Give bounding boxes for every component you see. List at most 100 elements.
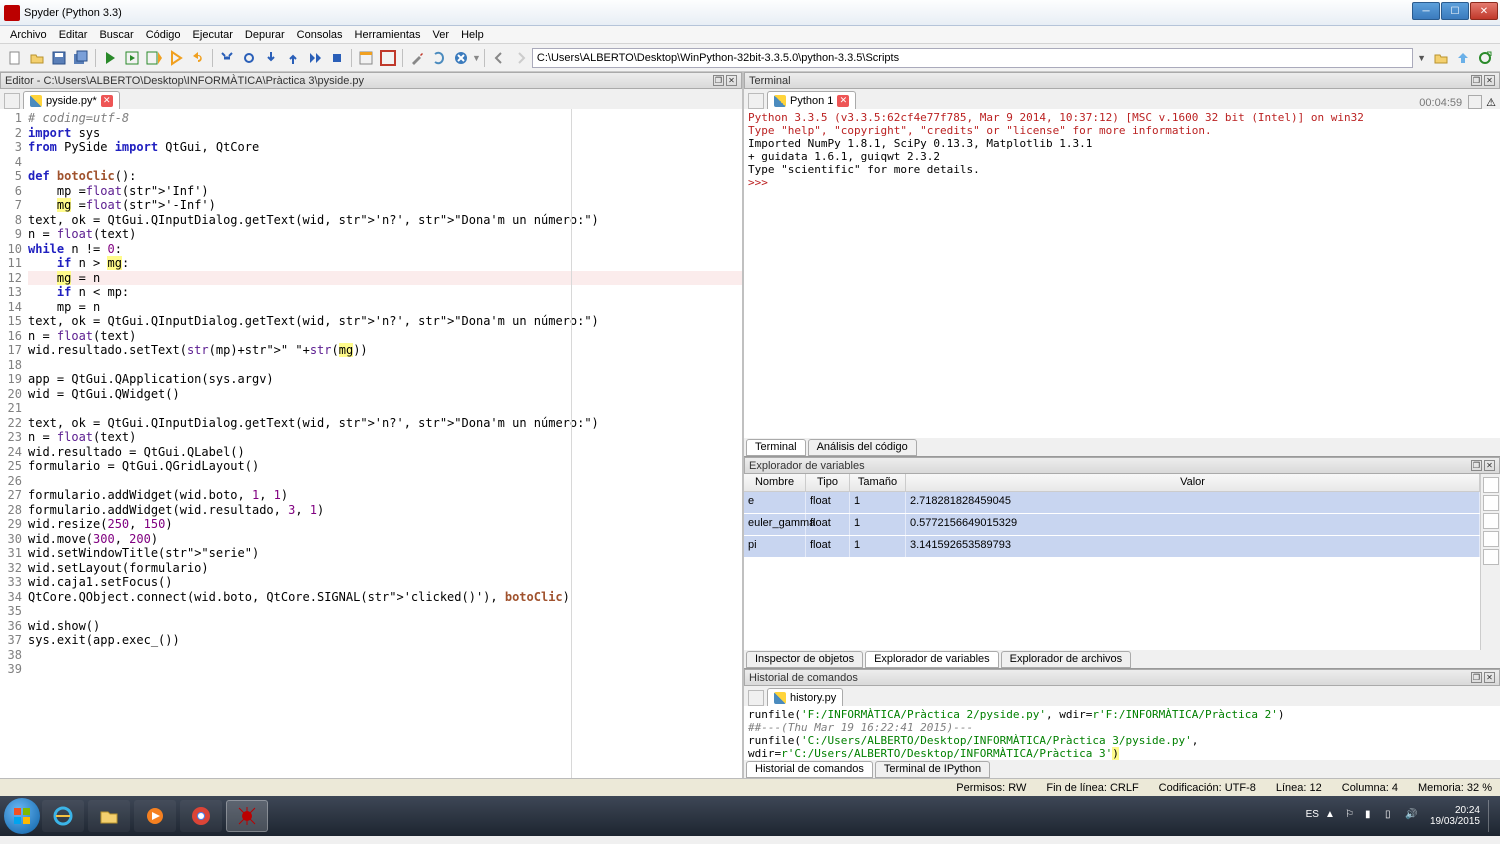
new-file-icon[interactable] [5, 48, 25, 68]
maximize-button[interactable]: ☐ [1441, 2, 1469, 20]
col-type[interactable]: Tipo [806, 474, 850, 491]
open-file-icon[interactable] [27, 48, 47, 68]
debug-continue-icon[interactable] [305, 48, 325, 68]
close-tab-icon[interactable]: ✕ [837, 95, 849, 107]
save-all-icon[interactable] [71, 48, 91, 68]
tray-lang[interactable]: ES [1306, 809, 1319, 823]
tab-list-icon[interactable] [4, 93, 20, 109]
maximize-pane-icon[interactable] [356, 48, 376, 68]
close-pane-icon[interactable]: ✕ [1484, 460, 1495, 471]
timer-label: 00:04:59 [1419, 97, 1462, 109]
start-button[interactable] [4, 798, 40, 834]
tab-terminal[interactable]: Terminal [746, 439, 806, 456]
var-row[interactable]: efloat12.718281828459045 [744, 492, 1480, 514]
fullscreen-icon[interactable] [378, 48, 398, 68]
save-data-icon[interactable] [1483, 495, 1499, 511]
minimize-button[interactable]: ─ [1412, 2, 1440, 20]
undock-icon[interactable]: ❐ [1471, 460, 1482, 471]
debug-step-in-icon[interactable] [261, 48, 281, 68]
show-desktop-button[interactable] [1488, 800, 1496, 832]
menu-ejecutar[interactable]: Ejecutar [187, 29, 239, 41]
options-icon[interactable] [1483, 549, 1499, 565]
python-file-icon [30, 95, 42, 107]
variable-table[interactable]: Nombre Tipo Tamaño Valor efloat12.718281… [744, 474, 1480, 650]
save-data-as-icon[interactable] [1483, 513, 1499, 529]
preferences-icon[interactable] [407, 48, 427, 68]
tab-historial-de-comandos[interactable]: Historial de comandos [746, 761, 873, 778]
menu-editar[interactable]: Editar [53, 29, 94, 41]
history-output[interactable]: runfile('F:/INFORMÀTICA/Pràctica 2/pysid… [744, 706, 1500, 760]
col-name[interactable]: Nombre [744, 474, 806, 491]
tab-inspector-de-objetos[interactable]: Inspector de objetos [746, 651, 863, 668]
tab-terminal-de-ipython[interactable]: Terminal de IPython [875, 761, 990, 778]
taskbar-ie-icon[interactable] [42, 800, 84, 832]
status-eol: Fin de línea: CRLF [1046, 782, 1138, 794]
warn-icon[interactable]: ⚠ [1486, 96, 1496, 109]
import-data-icon[interactable] [1483, 477, 1499, 493]
python-file-icon [774, 692, 786, 704]
close-pane-icon[interactable]: ✕ [1484, 672, 1495, 683]
taskbar-chrome-icon[interactable] [180, 800, 222, 832]
tab-análisis-del-código[interactable]: Análisis del código [808, 439, 917, 456]
run-selection-icon[interactable] [166, 48, 186, 68]
menu-buscar[interactable]: Buscar [93, 29, 139, 41]
refresh-icon[interactable] [1483, 531, 1499, 547]
tray-network-icon[interactable]: ▯ [1385, 809, 1399, 823]
taskbar-media-icon[interactable] [134, 800, 176, 832]
close-pane-icon[interactable]: ✕ [726, 75, 737, 86]
set-dir-icon[interactable] [1475, 48, 1495, 68]
path-input[interactable] [532, 48, 1413, 68]
close-tab-icon[interactable]: ✕ [101, 95, 113, 107]
tray-volume-icon[interactable]: 🔊 [1405, 809, 1419, 823]
debug-icon[interactable] [217, 48, 237, 68]
tab-list-icon[interactable] [748, 690, 764, 706]
menu-código[interactable]: Código [140, 29, 187, 41]
forward-icon[interactable] [511, 48, 531, 68]
col-value[interactable]: Valor [906, 474, 1480, 491]
col-size[interactable]: Tamaño [850, 474, 906, 491]
history-tab[interactable]: history.py [767, 688, 843, 706]
back-icon[interactable] [489, 48, 509, 68]
tray-clock[interactable]: 20:24 19/03/2015 [1430, 805, 1480, 827]
menu-consolas[interactable]: Consolas [291, 29, 349, 41]
close-pane-icon[interactable]: ✕ [1484, 75, 1495, 86]
menu-help[interactable]: Help [455, 29, 490, 41]
save-icon[interactable] [49, 48, 69, 68]
code-editor[interactable]: 1234567891011121314151617181920212223242… [0, 109, 742, 778]
run-icon[interactable] [100, 48, 120, 68]
python-icon [774, 95, 786, 107]
python-path-icon[interactable] [429, 48, 449, 68]
up-dir-icon[interactable] [1453, 48, 1473, 68]
terminal-tab[interactable]: Python 1 ✕ [767, 91, 856, 109]
debug-stop-icon[interactable] [327, 48, 347, 68]
editor-tab[interactable]: pyside.py* ✕ [23, 91, 120, 109]
tab-list-icon[interactable] [748, 93, 764, 109]
tray-battery-icon[interactable]: ▮ [1365, 809, 1379, 823]
debug-step-out-icon[interactable] [283, 48, 303, 68]
terminal-output[interactable]: Python 3.3.5 (v3.3.5:62cf4e77f785, Mar 9… [744, 109, 1500, 438]
tray-arrow-icon[interactable]: ▲ [1325, 809, 1339, 823]
run-cell-advance-icon[interactable] [144, 48, 164, 68]
taskbar-explorer-icon[interactable] [88, 800, 130, 832]
tray-flag-icon[interactable]: ⚐ [1345, 809, 1359, 823]
menu-ver[interactable]: Ver [427, 29, 456, 41]
run-cell-icon[interactable] [122, 48, 142, 68]
taskbar-spyder-icon[interactable] [226, 800, 268, 832]
menu-herramientas[interactable]: Herramientas [349, 29, 427, 41]
tab-explorador-de-archivos[interactable]: Explorador de archivos [1001, 651, 1132, 668]
var-row[interactable]: pifloat13.141592653589793 [744, 536, 1480, 558]
tab-explorador-de-variables[interactable]: Explorador de variables [865, 651, 999, 668]
exit-icon[interactable] [451, 48, 471, 68]
undock-icon[interactable]: ❐ [1471, 75, 1482, 86]
undock-icon[interactable]: ❐ [1471, 672, 1482, 683]
undock-icon[interactable]: ❐ [713, 75, 724, 86]
run-again-icon[interactable] [188, 48, 208, 68]
statusbar: Permisos: RW Fin de línea: CRLF Codifica… [0, 778, 1500, 796]
menu-depurar[interactable]: Depurar [239, 29, 291, 41]
debug-step-icon[interactable] [239, 48, 259, 68]
browse-icon[interactable] [1431, 48, 1451, 68]
options-icon[interactable] [1468, 95, 1482, 109]
menu-archivo[interactable]: Archivo [4, 29, 53, 41]
var-row[interactable]: euler_gammafloat10.5772156649015329 [744, 514, 1480, 536]
close-button[interactable]: ✕ [1470, 2, 1498, 20]
